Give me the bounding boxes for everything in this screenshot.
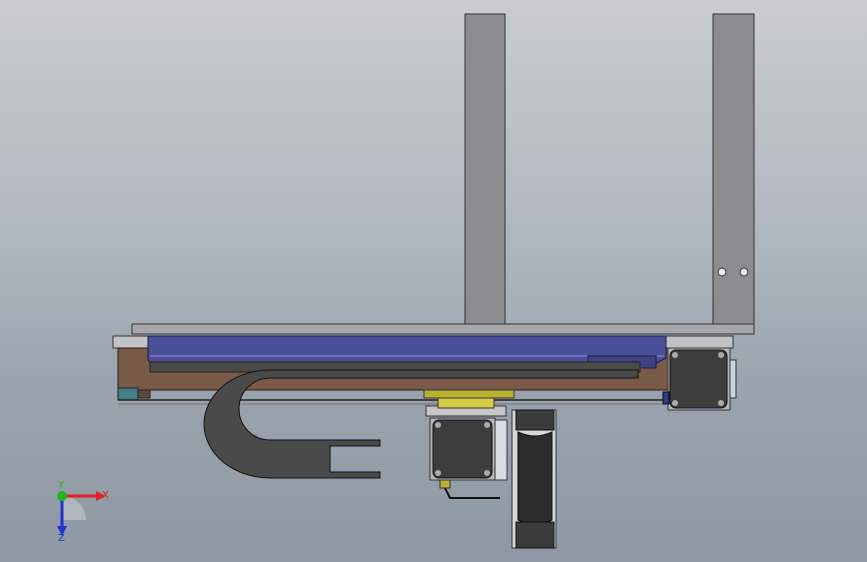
cad-model-scene[interactable]: X Y Z <box>0 0 867 562</box>
motor-screw <box>435 422 441 428</box>
z-axis-label: Z <box>58 533 65 544</box>
y-axis-dot <box>57 491 67 501</box>
motor-screw <box>672 400 678 406</box>
y-axis-label: Y <box>57 480 65 491</box>
mounting-hole <box>717 267 727 277</box>
mounting-hole <box>739 267 749 277</box>
motor-screw <box>435 470 441 476</box>
motor-screw <box>718 352 724 358</box>
left-upright-post[interactable] <box>464 13 506 327</box>
right-upright-post[interactable] <box>712 13 755 327</box>
motor-screw <box>484 470 490 476</box>
x-axis-label: X <box>102 490 109 501</box>
center-stepper-motor[interactable] <box>429 417 508 499</box>
linear-rail[interactable] <box>147 335 667 373</box>
right-stepper-motor[interactable] <box>662 347 737 411</box>
coordinate-triad: X Y Z <box>57 480 109 544</box>
cad-viewport[interactable]: X Y Z <box>0 0 867 562</box>
carriage-assembly[interactable] <box>423 389 515 417</box>
motor-screw <box>718 400 724 406</box>
motor-screw <box>672 352 678 358</box>
motor-screw <box>484 422 490 428</box>
hanging-drum[interactable] <box>511 409 557 549</box>
